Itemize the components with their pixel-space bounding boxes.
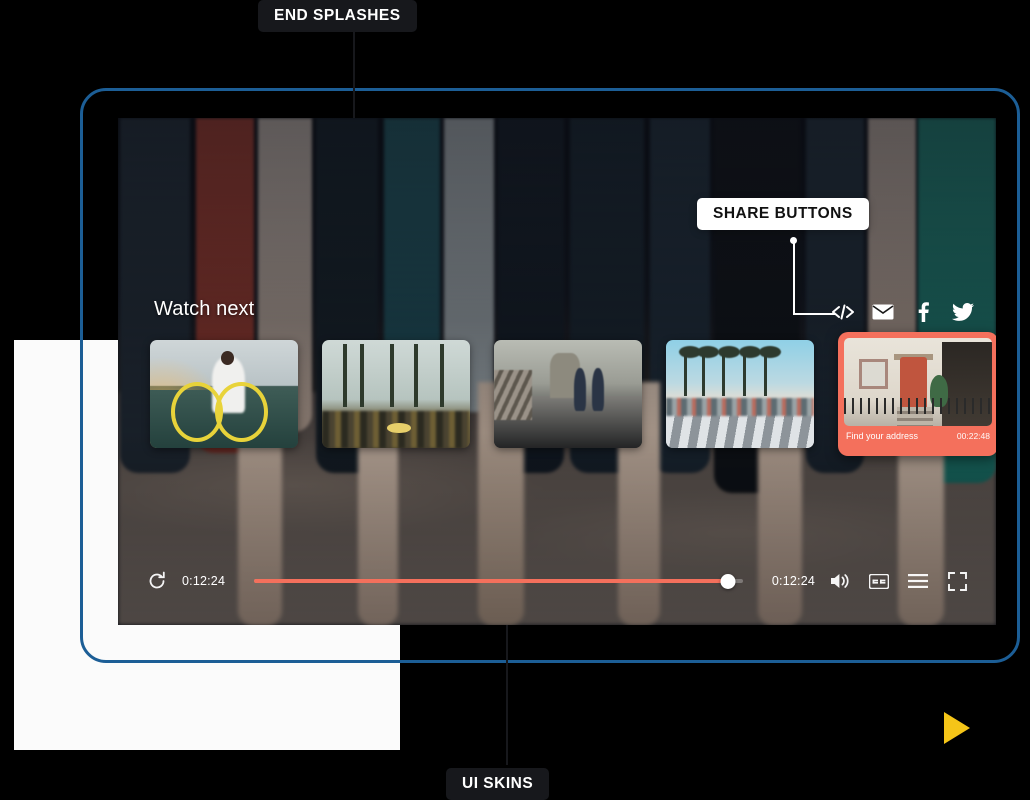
duration-label: 0:12:24	[771, 574, 815, 588]
watch-next-heading: Watch next	[154, 298, 255, 320]
right-controls	[829, 570, 968, 592]
watch-next-thumbnail-list: Find your address 00:22:48	[150, 332, 996, 456]
facebook-icon[interactable]	[912, 301, 934, 323]
closed-captions-icon[interactable]	[868, 570, 890, 592]
playlist-menu-icon[interactable]	[907, 570, 929, 592]
share-buttons-leader-dot	[790, 237, 797, 244]
twitter-icon[interactable]	[952, 301, 974, 323]
fullscreen-icon[interactable]	[946, 570, 968, 592]
callout-ui-skins: UI SKINS	[446, 768, 550, 800]
share-buttons-leader-horizontal	[793, 313, 835, 315]
callout-share-buttons: SHARE BUTTONS	[697, 198, 869, 230]
replay-icon[interactable]	[146, 570, 168, 592]
callout-end-splashes: END SPLASHES	[258, 0, 417, 32]
thumbnail-art-palm-crosswalk	[666, 340, 814, 448]
volume-icon[interactable]	[829, 570, 851, 592]
ui-skins-leader-lower	[506, 625, 508, 765]
video-player[interactable]: Watch next Find your address 00:22:48 0:…	[118, 118, 996, 625]
thumbnail-item-4[interactable]	[666, 340, 814, 448]
progress-bar[interactable]	[254, 571, 743, 591]
thumbnail-item-5-active[interactable]: Find your address 00:22:48	[838, 332, 996, 456]
play-triangle-icon[interactable]	[944, 712, 970, 744]
thumbnail-art-house-front-door	[844, 338, 992, 426]
thumbnail-art-cyclist	[150, 340, 298, 448]
thumbnail-art-palms-crowd	[322, 340, 470, 448]
thumbnail-item-2[interactable]	[322, 340, 470, 448]
screenshot-stage: Watch next Find your address 00:22:48 0:…	[0, 0, 1030, 800]
thumbnail-item-1[interactable]	[150, 340, 298, 448]
current-time-label: 0:12:24	[182, 574, 226, 588]
thumbnail-art-bridge-runners	[494, 340, 642, 448]
thumbnail-title: Find your address	[846, 431, 919, 441]
share-buttons-row	[832, 301, 974, 323]
thumbnail-duration: 00:22:48	[956, 431, 990, 441]
progress-handle[interactable]	[720, 573, 736, 589]
thumbnail-item-3[interactable]	[494, 340, 642, 448]
player-control-bar: 0:12:24 0:12:24	[118, 563, 996, 599]
progress-fill	[254, 579, 729, 583]
email-icon[interactable]	[872, 301, 894, 323]
embed-code-icon[interactable]	[832, 301, 854, 323]
thumbnail-meta: Find your address 00:22:48	[844, 426, 992, 441]
share-buttons-leader-vertical	[793, 243, 795, 315]
end-splashes-leader-upper	[353, 28, 355, 118]
